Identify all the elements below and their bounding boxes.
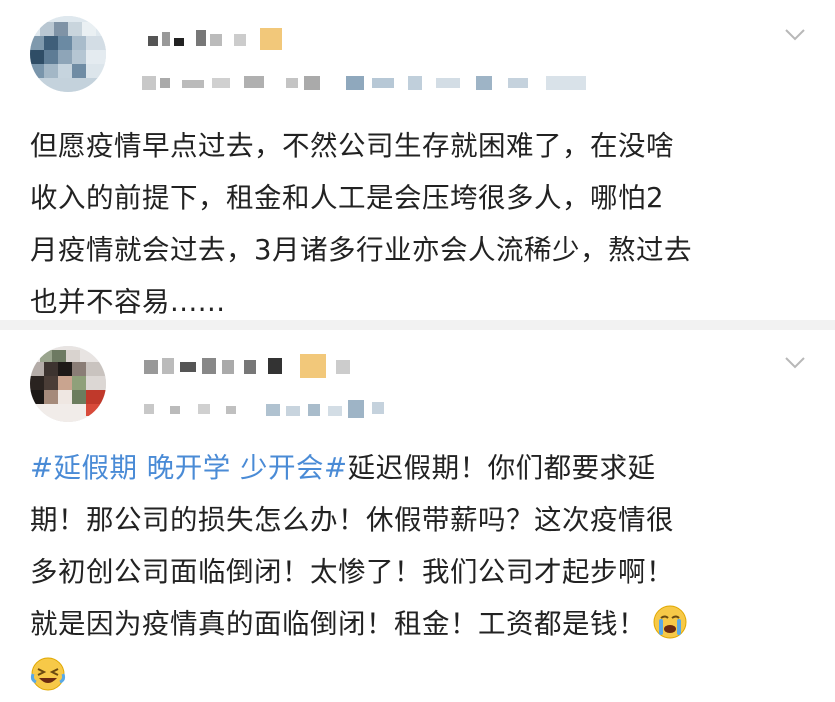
post-body-text: 但愿疫情早点过去，不然公司生存就困难了，在没啥 收入的前提下，租金和人工是会压垮… — [30, 130, 692, 318]
obscured-username[interactable] — [140, 352, 370, 382]
chevron-down-icon[interactable] — [783, 350, 807, 374]
chevron-down-icon[interactable] — [783, 22, 807, 46]
hashtag-link[interactable]: #延假期 晚开学 少开会# — [30, 452, 348, 484]
post-body-text: #延假期 晚开学 少开会#延迟假期！你们都要求延 期！那公司的损失怎么办！休假带… — [30, 442, 810, 702]
post-separator — [0, 320, 835, 330]
avatar[interactable] — [30, 346, 106, 422]
avatar[interactable] — [30, 16, 106, 92]
obscured-username[interactable] — [140, 26, 290, 54]
pixelated-avatar-image — [30, 346, 106, 422]
pixelated-avatar-image — [30, 16, 106, 92]
crying-face-emoji — [653, 605, 687, 639]
obscured-post-meta — [142, 76, 586, 90]
weibo-post-2: #延假期 晚开学 少开会#延迟假期！你们都要求延 期！那公司的损失怎么办！休假带… — [0, 330, 835, 691]
crying-laughing-face-emoji — [30, 657, 66, 691]
weibo-post-1: 但愿疫情早点过去，不然公司生存就困难了，在没啥 收入的前提下，租金和人工是会压垮… — [0, 0, 835, 320]
obscured-post-meta — [144, 400, 384, 418]
